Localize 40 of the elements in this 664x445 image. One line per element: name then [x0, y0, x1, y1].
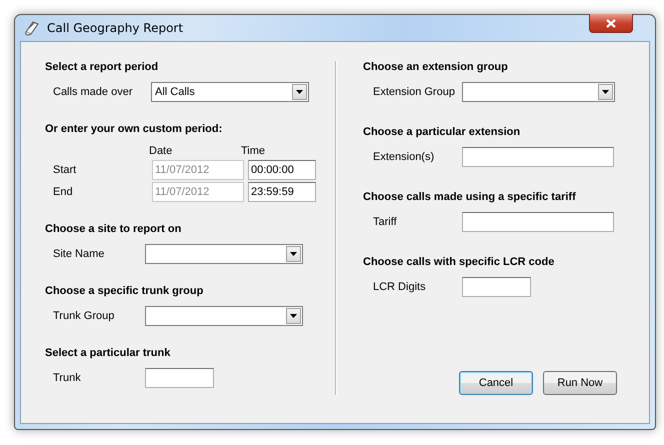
section-heading: Or enter your own custom period: — [45, 122, 222, 137]
field-label: LCR Digits — [373, 281, 427, 293]
dialog-button[interactable]: Run Now — [543, 371, 617, 395]
text-field[interactable] — [145, 368, 214, 388]
field-label: Trunk Group — [53, 310, 116, 322]
close-button[interactable] — [589, 14, 633, 33]
dropdown-arrow-icon — [296, 90, 303, 94]
close-icon — [606, 18, 616, 28]
field-label: Calls made over — [53, 86, 134, 98]
dropdown[interactable] — [145, 244, 303, 264]
dropdown[interactable]: All Calls — [151, 82, 309, 102]
section-heading: Choose calls with specific LCR code — [363, 255, 554, 270]
section-heading: Choose calls made using a specific tariff — [363, 190, 576, 205]
text-field[interactable] — [462, 147, 614, 167]
field-label: Tariff — [373, 216, 398, 228]
section-heading: Choose a specific trunk group — [45, 284, 204, 299]
window-title: Call Geography Report — [47, 21, 184, 35]
dropdown-arrow-icon — [602, 90, 609, 94]
column-label: Time — [241, 145, 266, 157]
field-label: Start — [53, 164, 78, 176]
dialog-button[interactable]: Cancel — [459, 371, 533, 395]
column-label: Date — [149, 145, 174, 157]
section-heading: Select a report period — [45, 60, 158, 75]
field-label: End — [53, 186, 74, 198]
dropdown[interactable] — [462, 82, 615, 102]
field-label: Trunk — [53, 372, 82, 384]
section-heading: Select a particular trunk — [45, 346, 170, 361]
text-field[interactable] — [462, 277, 531, 297]
dropdown-arrow-icon — [290, 252, 297, 256]
text-field[interactable] — [462, 212, 614, 232]
dropdown[interactable] — [145, 306, 303, 326]
text-field[interactable]: 23:59:59 — [248, 182, 316, 202]
section-heading: Choose a site to report on — [45, 222, 182, 237]
dropdown-arrow-icon — [290, 314, 297, 318]
section-heading: Choose an extension group — [363, 60, 508, 75]
text-field[interactable]: 00:00:00 — [248, 160, 316, 180]
field-label: Site Name — [53, 248, 106, 260]
field-label: Extension(s) — [373, 151, 436, 163]
field-label: Extension Group — [373, 86, 456, 98]
section-heading: Choose a particular extension — [363, 125, 520, 140]
